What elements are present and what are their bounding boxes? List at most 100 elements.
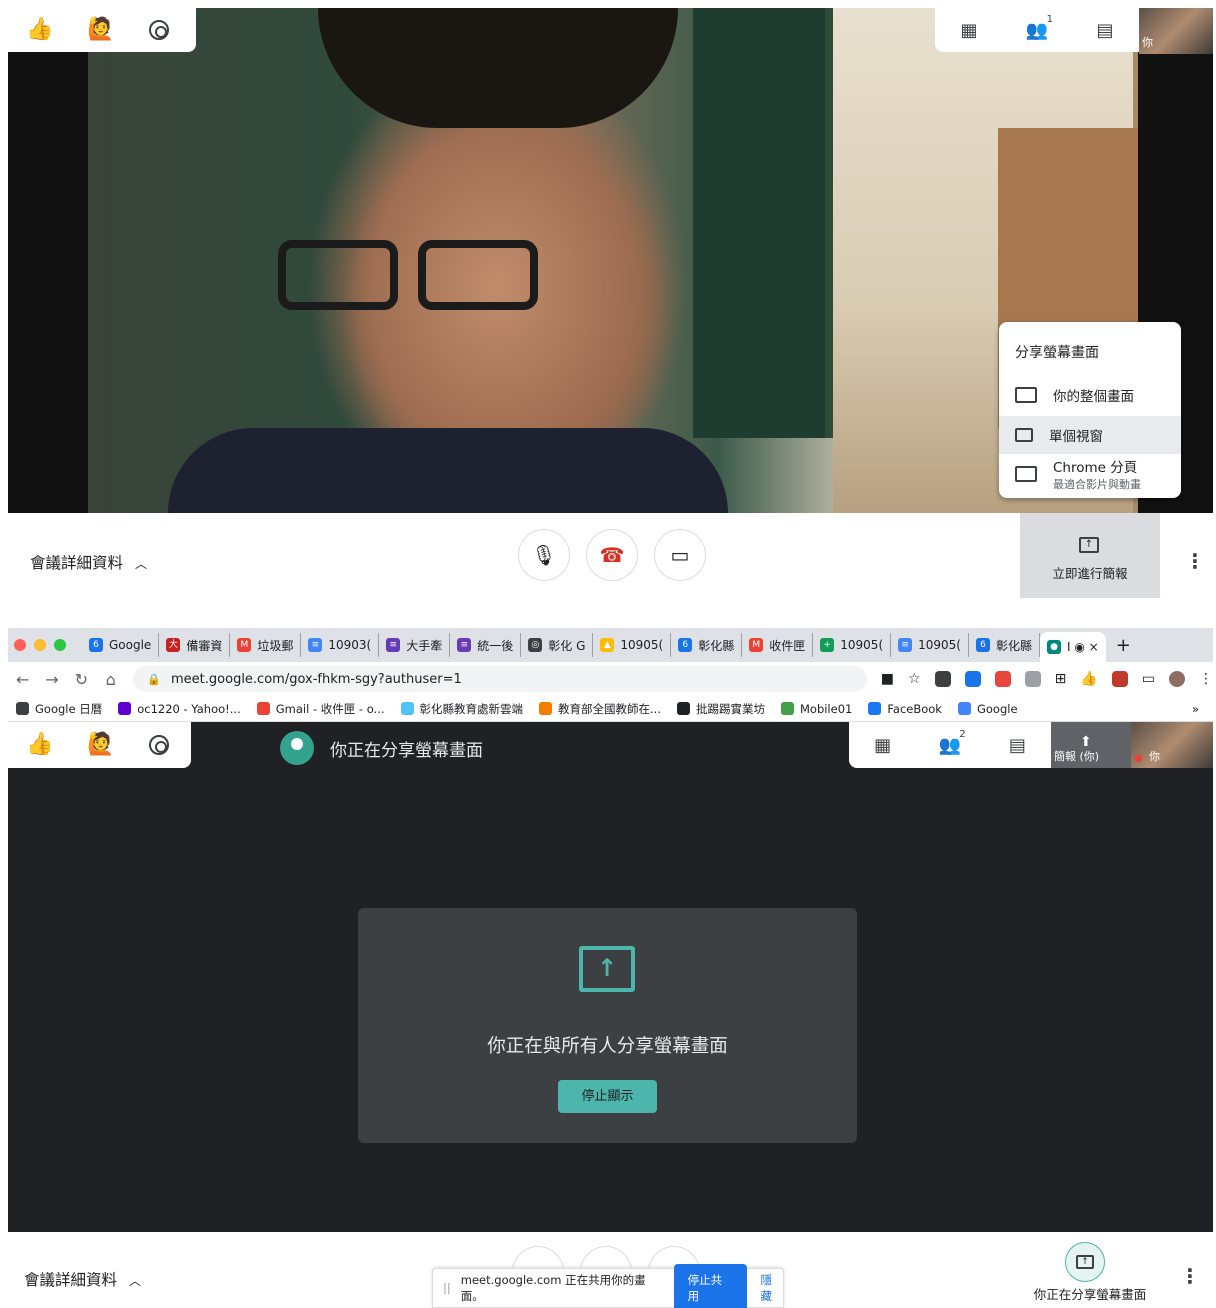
layout-grid-icon[interactable]: ▦ xyxy=(935,8,1003,52)
cast-icon[interactable]: ▭ xyxy=(1142,671,1155,687)
microphone-icon: 🎙 xyxy=(531,543,557,567)
address-bar[interactable]: 🔒 meet.google.com/gox-fhkm-sgy?authuser=… xyxy=(133,666,867,692)
meet-icon: ● xyxy=(1047,640,1061,654)
bookmark-item[interactable]: Google xyxy=(950,702,1026,716)
chat-icon[interactable]: ▤ xyxy=(1071,8,1139,52)
present-now-button[interactable]: ↑ 立即進行簡報 xyxy=(1020,513,1160,598)
thumbs-up-extension-icon[interactable]: 👍 xyxy=(1080,671,1097,687)
menu-item-window[interactable]: 單個視窗 xyxy=(999,416,1181,454)
camera-in-use-icon[interactable]: ■ xyxy=(881,671,894,687)
layout-grid-icon[interactable]: ▦ xyxy=(849,723,916,767)
close-window-icon[interactable] xyxy=(14,639,26,651)
browser-tab[interactable]: ◎ 彰化 G xyxy=(521,633,594,657)
self-tile-label: 你 xyxy=(1149,750,1160,763)
extension-icons: ■ ☆ ⊞ 👍 ▭ ⋮ xyxy=(881,671,1213,687)
browser-tab[interactable]: +10905( xyxy=(813,633,892,657)
bookmark-item[interactable]: Google 日曆 xyxy=(8,701,110,717)
extension-icon[interactable] xyxy=(964,671,981,687)
extension-icon[interactable] xyxy=(1024,671,1041,687)
forward-icon[interactable]: → xyxy=(37,670,66,689)
bookmark-item[interactable]: FaceBook xyxy=(860,702,950,716)
presentation-tile[interactable]: ⬆ 簡報 (你) xyxy=(1051,722,1131,768)
tab-active-meet[interactable]: ● I ◉ × xyxy=(1040,632,1106,662)
tab-favicon-icon: ≡ xyxy=(457,638,472,652)
home-icon[interactable]: ⌂ xyxy=(96,670,125,689)
present-screen-icon: ↑ xyxy=(1065,1242,1105,1282)
participants-button[interactable]: 👥 1 xyxy=(1003,8,1071,52)
reaction-toolbar: 👍 🙋 xyxy=(8,722,191,768)
gear-icon[interactable] xyxy=(148,735,169,755)
tab-favicon-icon: ≡ xyxy=(386,638,401,652)
bookmark-star-icon[interactable]: ☆ xyxy=(908,671,921,687)
people-icon: 👥 xyxy=(1025,19,1049,41)
presenting-message: 你正在與所有人分享螢幕畫面 xyxy=(487,1036,728,1057)
call-controls-bar: 會議詳細資料 ︿ 🎙 ☎ ▭ ↑ 立即進行簡報 ⋮ xyxy=(8,513,1213,598)
raise-hand-icon[interactable]: 🙋 xyxy=(87,734,114,756)
browser-tab[interactable]: ≡ 統一後 xyxy=(450,633,522,657)
back-icon[interactable]: ← xyxy=(8,670,37,689)
more-options-icon[interactable]: ⋮ xyxy=(1180,1264,1200,1288)
new-tab-icon[interactable]: + xyxy=(1116,635,1131,656)
extension-icon[interactable] xyxy=(1111,671,1128,687)
bookmark-item[interactable]: Gmail - 收件匣 - o... xyxy=(249,701,393,717)
raise-hand-icon[interactable]: 🙋 xyxy=(87,19,114,41)
minimize-window-icon[interactable] xyxy=(34,639,46,651)
lock-icon: 🔒 xyxy=(147,672,162,686)
menu-item-label: Chrome 分頁 xyxy=(1053,460,1138,476)
grid-extension-icon[interactable]: ⊞ xyxy=(1055,671,1067,687)
gear-icon[interactable] xyxy=(148,20,169,40)
profile-avatar[interactable] xyxy=(1169,671,1185,687)
chat-icon[interactable]: ▤ xyxy=(984,723,1051,767)
browser-tab[interactable]: ▲ 10905( xyxy=(593,633,672,657)
menu-item-label: 單個視窗 xyxy=(1049,429,1103,445)
tab-strip: 6 Google 大備審資 M 垃圾郵 ≡ 10903(≡ 大手牽 ≡ 統一後 ◎ 彰化 G ▲ 1090… xyxy=(8,628,1213,662)
browser-tab[interactable]: 6 彰化縣 xyxy=(969,633,1040,657)
browser-tab[interactable]: ≡ 10903( xyxy=(301,633,380,657)
participant-count: 2 xyxy=(959,729,966,740)
bookmark-item[interactable]: oc1220 - Yahoo!... xyxy=(110,702,249,716)
tab-label: 備審資 xyxy=(186,638,223,653)
drag-handle-icon[interactable]: || xyxy=(443,1281,451,1295)
self-video-tile[interactable]: 你 ● xyxy=(1131,722,1213,768)
meeting-details-label: 會議詳細資料 xyxy=(24,1271,118,1289)
present-menu: 分享螢幕畫面 你的整個畫面 單個視窗 Chrome 分頁 最適合影片與動畫 xyxy=(999,322,1181,498)
participants-button[interactable]: 👥 2 xyxy=(916,723,983,767)
muted-mic-icon: ● xyxy=(1134,753,1143,764)
menu-item-chrome-tab[interactable]: Chrome 分頁 最適合影片與動畫 xyxy=(999,454,1181,494)
extension-icon[interactable] xyxy=(934,671,951,687)
zoom-window-icon[interactable] xyxy=(54,639,66,651)
meeting-details-button[interactable]: 會議詳細資料 ︿ xyxy=(30,551,147,573)
chrome-menu-icon[interactable]: ⋮ xyxy=(1199,671,1213,687)
bookmark-item[interactable]: Mobile01 xyxy=(773,702,860,716)
menu-item-entire-screen[interactable]: 你的整個畫面 xyxy=(999,376,1181,414)
presenting-card: ↑ 你正在與所有人分享螢幕畫面 停止顯示 xyxy=(358,908,857,1143)
bookmark-favicon-icon xyxy=(118,702,132,715)
bookmarks-overflow-icon[interactable]: » xyxy=(1192,702,1199,716)
stop-presenting-button[interactable]: 停止顯示 xyxy=(558,1080,657,1113)
browser-tab[interactable]: ≡ 大手牽 xyxy=(379,633,451,657)
meeting-tools-bar: ▦ 👥 1 ▤ xyxy=(935,8,1139,52)
present-menu-title: 分享螢幕畫面 xyxy=(1015,345,1099,361)
browser-tab[interactable]: M 垃圾郵 xyxy=(230,633,302,657)
camera-button[interactable]: ▭ xyxy=(654,529,706,581)
more-options-icon[interactable]: ⋮ xyxy=(1185,549,1205,573)
extension-icon[interactable] xyxy=(994,671,1011,687)
leave-call-button[interactable]: ☎ xyxy=(586,529,638,581)
browser-tab[interactable]: M 收件匣 xyxy=(742,633,814,657)
browser-tab[interactable]: 6 Google xyxy=(82,633,160,657)
thumbs-up-icon[interactable]: 👍 xyxy=(26,734,53,756)
stop-sharing-button[interactable]: 停止共用 xyxy=(673,1264,747,1308)
browser-tab[interactable]: 6 彰化縣 xyxy=(671,633,743,657)
bookmark-item[interactable]: 彰化縣教育處新雲端 xyxy=(393,701,532,717)
microphone-button[interactable]: 🎙 xyxy=(518,529,570,581)
reload-icon[interactable]: ↻ xyxy=(67,670,96,689)
thumbs-up-icon[interactable]: 👍 xyxy=(26,19,53,41)
presenting-status-button[interactable]: ↑ 你正在分享螢幕畫面 xyxy=(1023,1232,1163,1308)
hide-infobar-link[interactable]: 隱藏 xyxy=(761,1272,783,1304)
self-video-tile[interactable]: 你 xyxy=(1139,8,1213,54)
browser-tab[interactable]: ≡ 10905( xyxy=(891,633,969,657)
bookmark-item[interactable]: 批踢踢實業坊 xyxy=(669,701,773,717)
browser-tab[interactable]: 大備審資 xyxy=(159,633,231,657)
meeting-details-button[interactable]: 會議詳細資料 ︿ xyxy=(24,1268,141,1290)
bookmark-item[interactable]: 教育部全國教師在... xyxy=(531,701,669,717)
